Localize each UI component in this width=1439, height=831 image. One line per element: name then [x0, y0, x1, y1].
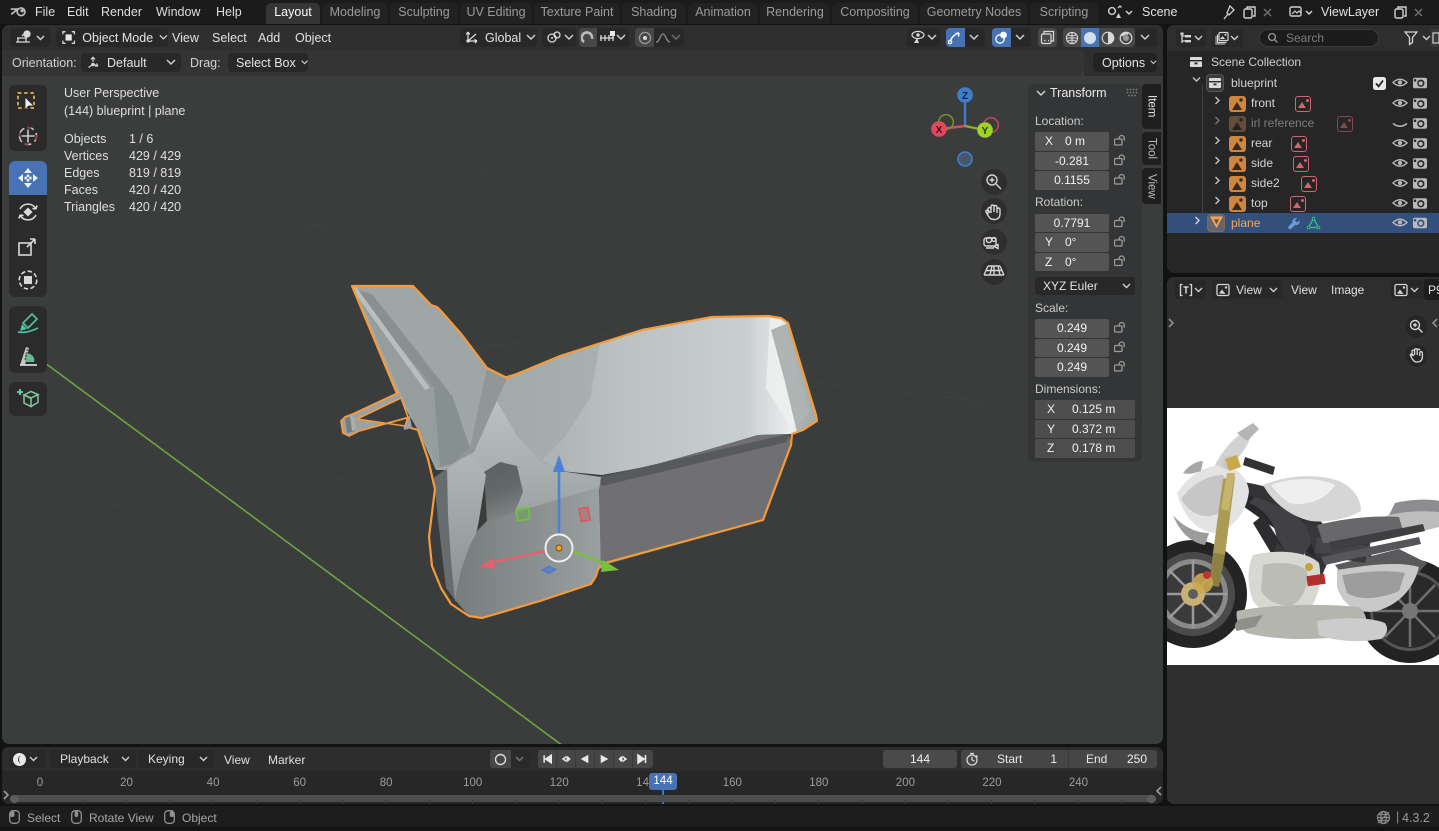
svg-text:X: X [936, 125, 943, 136]
svg-text:Z: Z [962, 91, 968, 102]
svg-text:Y: Y [982, 126, 989, 137]
